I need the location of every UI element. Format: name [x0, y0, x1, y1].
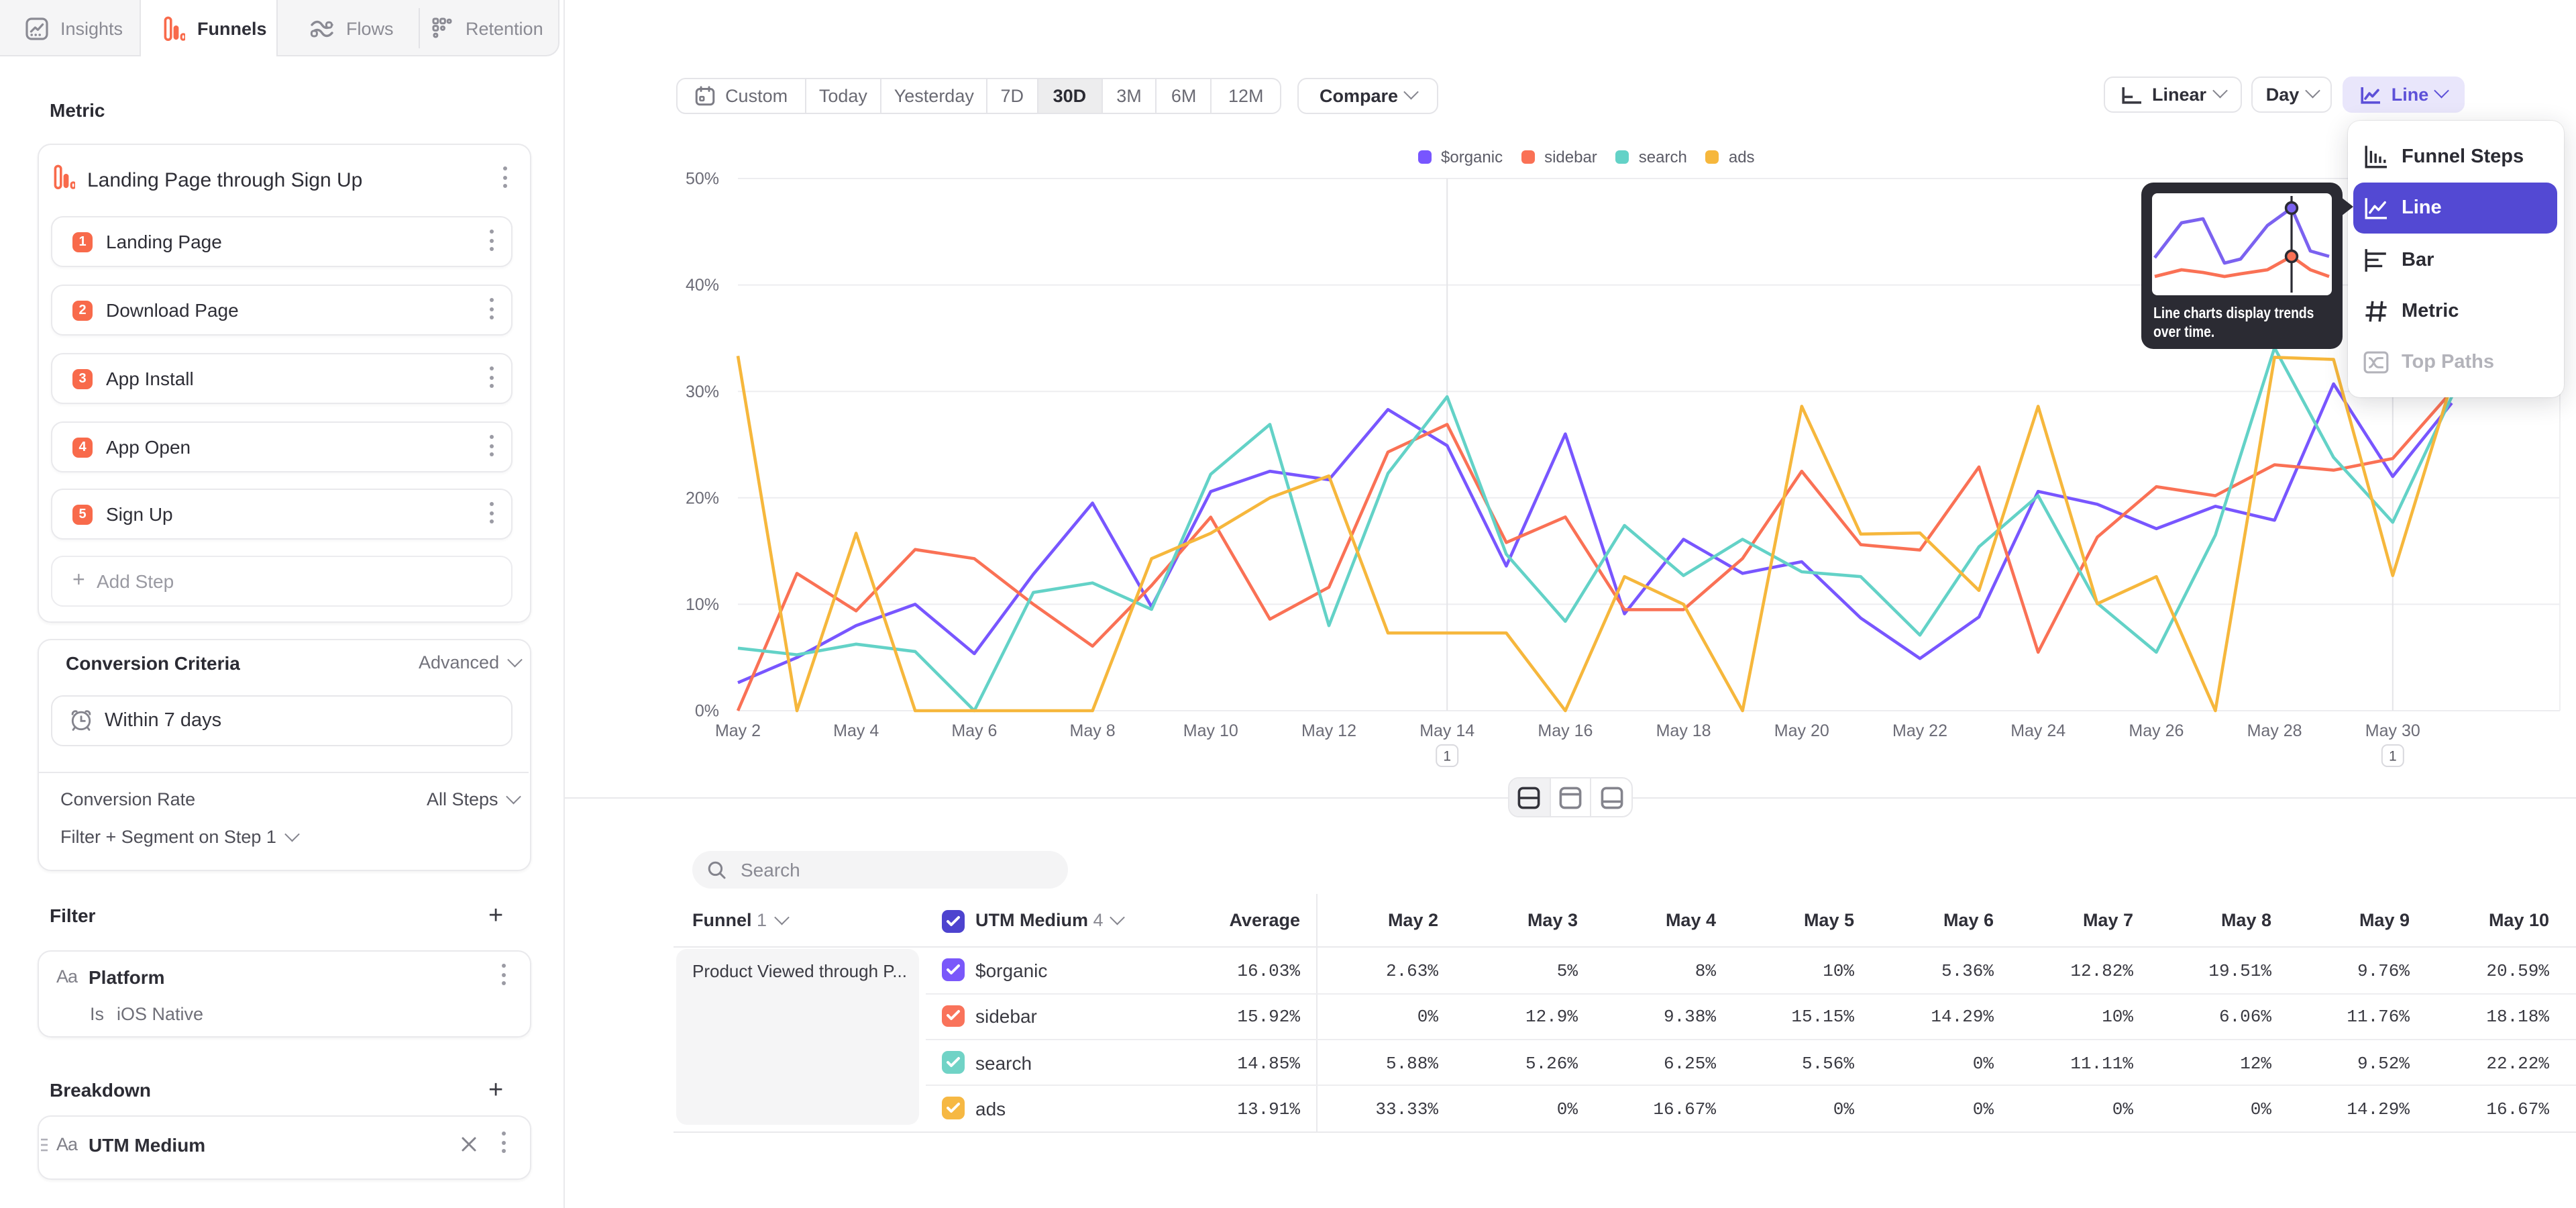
svg-text:May 6: May 6 — [951, 721, 997, 740]
svg-text:50%: 50% — [686, 170, 719, 189]
svg-text:May 8: May 8 — [1070, 721, 1116, 740]
svg-text:May 4: May 4 — [833, 721, 879, 740]
svg-text:May 12: May 12 — [1301, 721, 1356, 740]
svg-text:May 22: May 22 — [1892, 721, 1947, 740]
svg-text:May 28: May 28 — [2247, 721, 2302, 740]
svg-text:May 24: May 24 — [2010, 721, 2065, 740]
svg-text:10%: 10% — [686, 595, 719, 614]
svg-text:May 18: May 18 — [1656, 721, 1711, 740]
svg-text:May 30: May 30 — [2365, 721, 2420, 740]
svg-text:20%: 20% — [686, 489, 719, 507]
svg-text:May 16: May 16 — [1538, 721, 1593, 740]
svg-text:1: 1 — [1443, 749, 1451, 764]
svg-text:40%: 40% — [686, 276, 719, 295]
svg-text:May 2: May 2 — [715, 721, 761, 740]
svg-text:0%: 0% — [695, 702, 719, 721]
svg-text:May 14: May 14 — [1419, 721, 1474, 740]
svg-text:May 20: May 20 — [1774, 721, 1829, 740]
svg-text:1: 1 — [2389, 749, 2397, 764]
svg-text:May 10: May 10 — [1183, 721, 1238, 740]
svg-text:May 26: May 26 — [2129, 721, 2184, 740]
svg-text:30%: 30% — [686, 383, 719, 401]
